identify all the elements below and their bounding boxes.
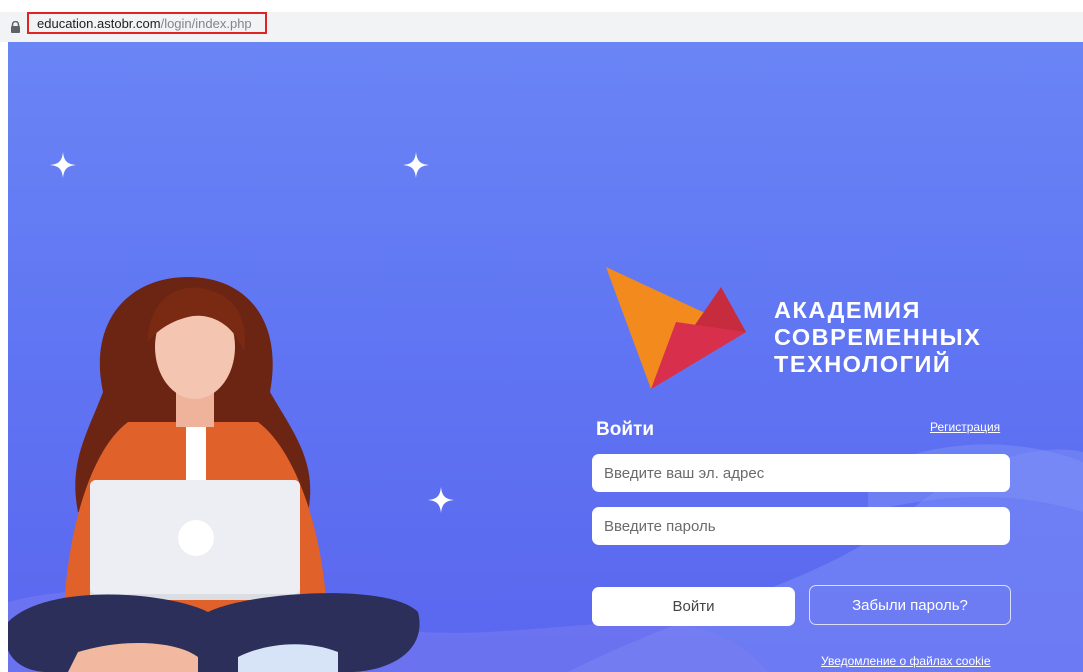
email-input[interactable] xyxy=(592,454,1010,492)
login-title: Войти xyxy=(596,419,654,440)
password-input[interactable] xyxy=(592,507,1010,545)
academy-logo-icon xyxy=(606,267,746,389)
academy-logo-text: АКАДЕМИЯ СОВРЕМЕННЫХ ТЕХНОЛОГИЙ xyxy=(774,297,981,378)
woman-with-laptop-illustration xyxy=(8,277,420,672)
url-field[interactable]: education.astobr.com/login/index.php xyxy=(27,12,267,34)
sparkle-icon xyxy=(403,152,429,178)
sparkle-icon xyxy=(50,152,76,178)
cookie-notice-link[interactable]: Уведомление о файлах cookie xyxy=(821,654,991,668)
logo-line-1: АКАДЕМИЯ xyxy=(774,297,921,323)
login-page: АКАДЕМИЯ СОВРЕМЕННЫХ ТЕХНОЛОГИЙ Войти Ре… xyxy=(8,42,1083,672)
logo-line-2: СОВРЕМЕННЫХ xyxy=(774,324,982,350)
lock-icon[interactable] xyxy=(10,21,21,33)
browser-address-bar: education.astobr.com/login/index.php xyxy=(0,0,1083,42)
url-path: /login/index.php xyxy=(160,15,252,31)
register-link[interactable]: Регистрация xyxy=(930,420,1000,434)
sparkle-icon xyxy=(428,487,454,513)
logo-line-3: ТЕХНОЛОГИЙ xyxy=(774,351,952,377)
forgot-password-button[interactable]: Забыли пароль? xyxy=(809,585,1011,625)
login-button[interactable]: Войти xyxy=(592,587,795,626)
url-host: education.astobr.com xyxy=(37,15,161,31)
